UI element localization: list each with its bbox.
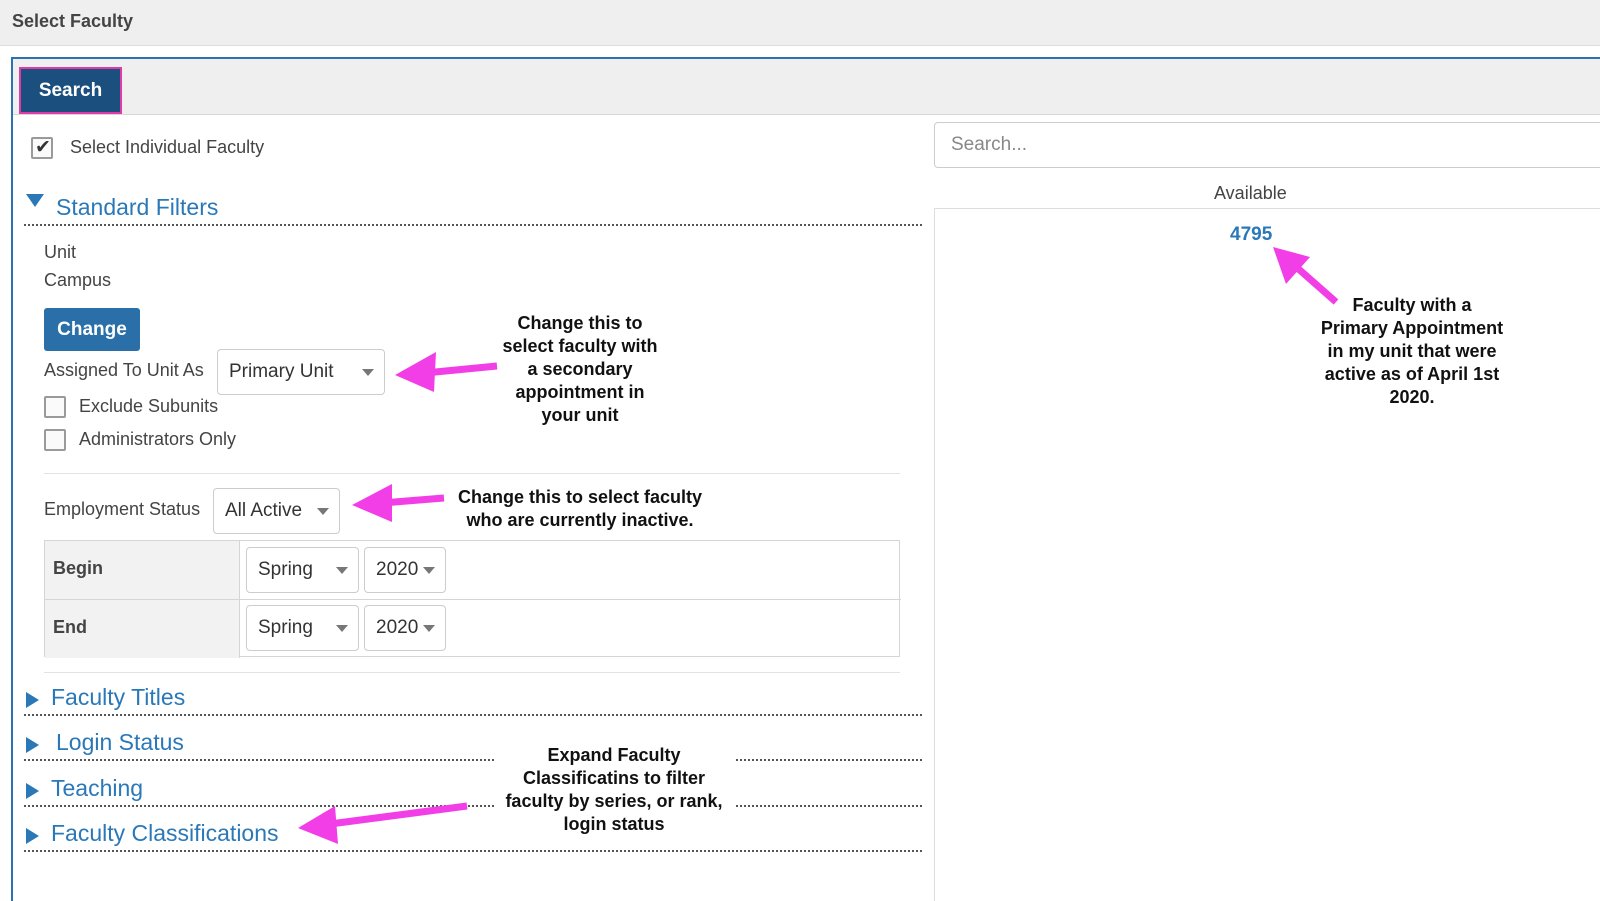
arrow-icon — [395, 352, 498, 392]
arrow-icon — [352, 484, 445, 522]
annotation-arrows — [298, 247, 1339, 844]
arrow-icon — [298, 802, 468, 844]
arrow-icon — [1273, 247, 1339, 305]
